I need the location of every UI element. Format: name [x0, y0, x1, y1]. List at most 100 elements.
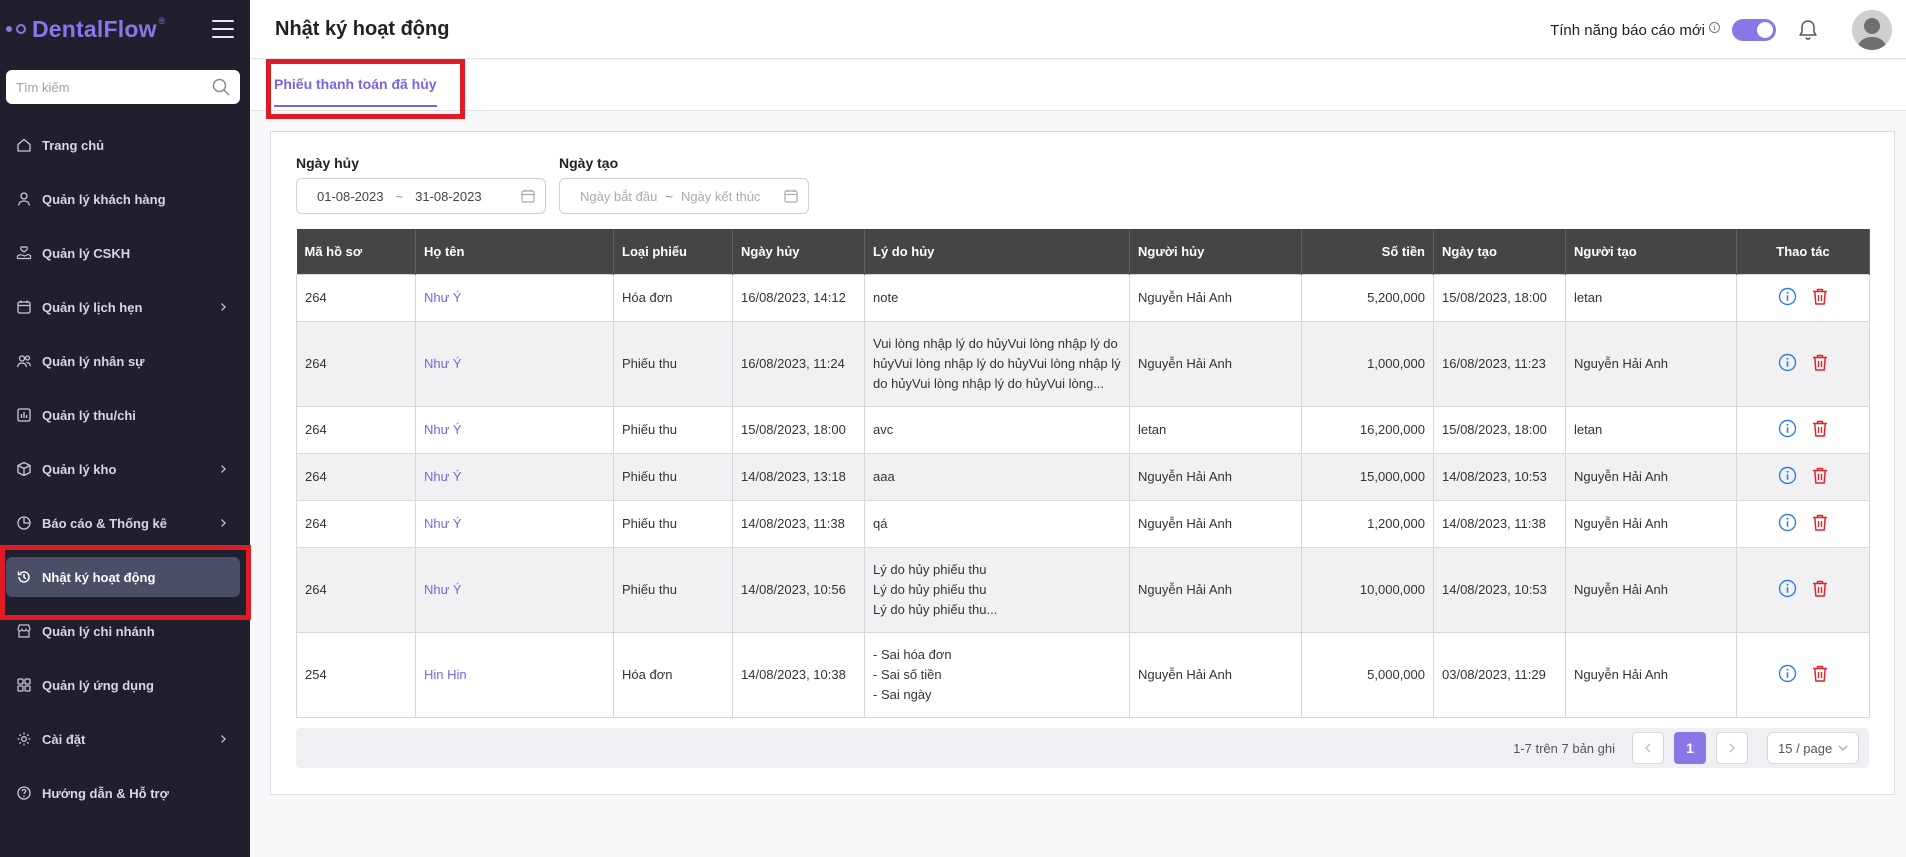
sidebar-item-label: Hướng dẫn & Hỗ trợ [42, 785, 169, 801]
cancel-reason: - Sai hóa đơn - Sai số tiền - Sai ngày [873, 646, 952, 702]
sidebar-item-4[interactable]: Quản lý lịch hẹn [0, 280, 250, 334]
info-icon[interactable] [1778, 287, 1797, 306]
column-header: Người tạo [1565, 229, 1737, 274]
info-icon[interactable] [1778, 513, 1797, 532]
sidebar-item-3[interactable]: Quản lý CSKH [0, 226, 250, 280]
cancel-date-end[interactable]: 31-08-2023 [415, 189, 482, 204]
sidebar-item-13[interactable]: Hướng dẫn & Hỗ trợ [0, 766, 250, 820]
sidebar: DentalFlow ® Trang chủ Quản lý khách hàng… [0, 0, 250, 857]
sidebar-item-8[interactable]: Báo cáo & Thống kê [0, 496, 250, 550]
patient-name-link[interactable]: Như Ý [424, 290, 462, 305]
info-icon[interactable]: i [1709, 21, 1720, 33]
table-row[interactable]: 264 Như Ý Phiếu thu 14/08/2023, 13:18 aaa Ngu… [296, 452, 1870, 501]
sidebar-item-6[interactable]: Quản lý thu/chi [0, 388, 250, 442]
sidebar-item-12[interactable]: Cài đặt [0, 712, 250, 766]
help-icon [16, 785, 32, 801]
created-date-start[interactable]: Ngày bắt đầu [580, 189, 657, 204]
chevron-left-icon [1645, 743, 1651, 753]
table-row[interactable]: 264 Như Ý Hóa đơn 16/08/2023, 14:12 note Nguy… [296, 273, 1870, 322]
cancel-date-label: Ngày hủy [296, 155, 360, 171]
sidebar-item-11[interactable]: Quản lý ứng dụng [0, 658, 250, 712]
cancel-date: 14/08/2023, 11:38 [732, 499, 865, 548]
calendar-icon[interactable] [521, 189, 535, 203]
patient-name-link[interactable]: Như Ý [424, 356, 462, 371]
sidebar-item-2[interactable]: Quản lý khách hàng [0, 172, 250, 226]
sidebar-item-10[interactable]: Quản lý chi nhánh [0, 604, 250, 658]
cancel-date-range-picker[interactable]: 01-08-2023 ~ 31-08-2023 [296, 178, 546, 214]
creator: Nguyễn Hải Anh [1565, 320, 1737, 407]
creator: Nguyễn Hải Anh [1565, 546, 1737, 633]
column-header: Họ tên [415, 229, 614, 274]
record-code: 264 [296, 546, 416, 633]
table-row[interactable]: 264 Như Ý Phiếu thu 14/08/2023, 10:56 Lý do … [296, 546, 1870, 633]
table-row[interactable]: 264 Như Ý Phiếu thu 15/08/2023, 18:00 avc let… [296, 405, 1870, 454]
created-date: 15/08/2023, 18:00 [1433, 405, 1566, 454]
canceled-by: Nguyễn Hải Anh [1129, 499, 1302, 548]
logo-mark-icon [6, 24, 26, 34]
info-icon[interactable] [1778, 419, 1797, 438]
table-row[interactable]: 264 Như Ý Phiếu thu 16/08/2023, 11:24 Vui lò… [296, 320, 1870, 407]
canceled-by: letan [1129, 405, 1302, 454]
creator: letan [1565, 273, 1737, 322]
info-icon[interactable] [1778, 466, 1797, 485]
trash-icon[interactable] [1811, 466, 1829, 485]
prev-page-button[interactable] [1632, 732, 1664, 764]
patient-name-link[interactable]: Như Ý [424, 422, 462, 437]
patient-name-link[interactable]: Như Ý [424, 469, 462, 484]
sidebar-item-label: Quản lý thu/chi [42, 407, 136, 423]
search-input[interactable] [16, 79, 212, 95]
sidebar-nav: Trang chủ Quản lý khách hàng Quản lý CSKH Q… [0, 118, 250, 820]
trash-icon[interactable] [1811, 353, 1829, 372]
info-icon[interactable] [1778, 664, 1797, 683]
info-icon[interactable] [1778, 353, 1797, 372]
range-separator: ~ [665, 188, 673, 204]
bar-chart-icon [16, 407, 32, 423]
patient-name-link[interactable]: Hin Hin [424, 667, 467, 682]
new-report-toggle[interactable] [1732, 19, 1776, 41]
created-date-filter: Ngày tạo Ngày bắt đầu ~ Ngày kết thúc [559, 155, 809, 214]
sidebar-item-1[interactable]: Trang chủ [0, 118, 250, 172]
record-count: 1-7 trên 7 bản ghi [1513, 740, 1615, 756]
search-icon[interactable] [212, 78, 230, 96]
calendar-icon[interactable] [784, 189, 798, 203]
cancel-date: 14/08/2023, 10:56 [732, 546, 865, 633]
cancel-date: 14/08/2023, 13:18 [732, 452, 865, 501]
trash-icon[interactable] [1811, 513, 1829, 532]
next-page-button[interactable] [1716, 732, 1748, 764]
record-code: 264 [296, 499, 416, 548]
trash-icon[interactable] [1811, 664, 1829, 683]
patient-name-link[interactable]: Như Ý [424, 582, 462, 597]
info-icon[interactable] [1778, 579, 1797, 598]
menu-toggle-icon[interactable] [212, 20, 234, 38]
bell-icon[interactable] [1798, 19, 1818, 41]
amount: 5,200,000 [1301, 273, 1434, 322]
tab-canceled-payments[interactable]: Phiếu thanh toán đã hủy [274, 76, 437, 107]
created-date-end[interactable]: Ngày kết thúc [681, 189, 761, 204]
column-header: Lý do hủy [864, 229, 1130, 274]
cancel-date-start[interactable]: 01-08-2023 [317, 189, 384, 204]
column-header: Loại phiếu [613, 229, 733, 274]
column-header: Thao tác [1736, 229, 1870, 274]
sidebar-item-9[interactable]: Nhật ký hoạt động [0, 550, 250, 604]
page-button-current[interactable]: 1 [1674, 732, 1706, 764]
table-row[interactable]: 264 Như Ý Phiếu thu 14/08/2023, 11:38 qá Nguy… [296, 499, 1870, 548]
sidebar-item-5[interactable]: Quản lý nhân sự [0, 334, 250, 388]
trash-icon[interactable] [1811, 287, 1829, 306]
avatar[interactable] [1852, 10, 1892, 50]
creator: Nguyễn Hải Anh [1565, 499, 1737, 548]
chevron-right-icon [221, 303, 226, 311]
sidebar-item-label: Quản lý CSKH [42, 245, 131, 261]
table-row[interactable]: 254 Hin Hin Hóa đơn 14/08/2023, 10:38- Sai … [296, 631, 1870, 718]
patient-name-link[interactable]: Như Ý [424, 516, 462, 531]
page-size-select[interactable]: 15 / page [1767, 732, 1859, 764]
amount: 10,000,000 [1301, 546, 1434, 633]
trash-icon[interactable] [1811, 579, 1829, 598]
trash-icon[interactable] [1811, 419, 1829, 438]
brand-logo[interactable]: DentalFlow ® [6, 14, 165, 44]
history-icon [16, 569, 32, 585]
users-icon [16, 353, 32, 369]
canceled-by: Nguyễn Hải Anh [1129, 452, 1302, 501]
created-date-range-picker[interactable]: Ngày bắt đầu ~ Ngày kết thúc [559, 178, 809, 214]
range-separator: ~ [395, 188, 404, 204]
sidebar-item-7[interactable]: Quản lý kho [0, 442, 250, 496]
